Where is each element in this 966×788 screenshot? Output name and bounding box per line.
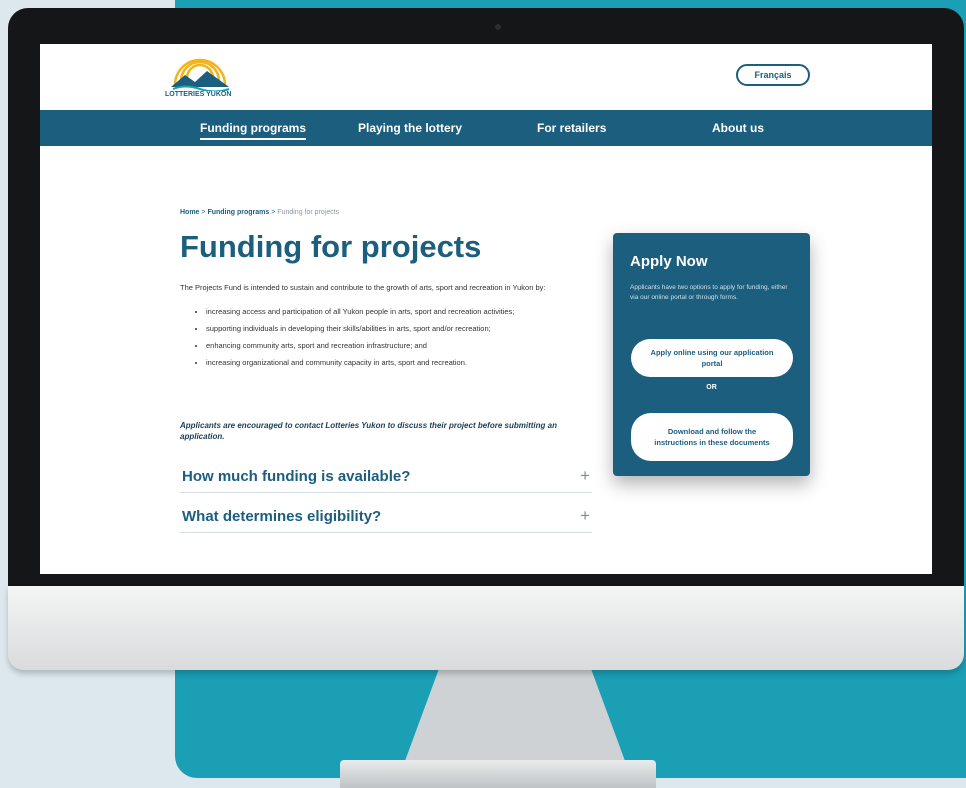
intro-paragraph: The Projects Fund is intended to sustain…	[180, 283, 546, 292]
list-item: increasing access and participation of a…	[206, 306, 596, 317]
faq-item-funding-available[interactable]: How much funding is available? +	[180, 466, 592, 493]
breadcrumb: Home > Funding programs > Funding for pr…	[180, 209, 339, 216]
apply-now-description: Applicants have two options to apply for…	[630, 284, 788, 301]
breadcrumb-home[interactable]: Home	[180, 209, 199, 216]
list-item: supporting individuals in developing the…	[206, 323, 596, 334]
or-divider: OR	[706, 384, 717, 391]
main-nav: Funding programs Playing the lottery For…	[40, 110, 932, 146]
breadcrumb-funding-programs[interactable]: Funding programs	[207, 209, 269, 216]
apply-now-title: Apply Now	[630, 253, 708, 270]
apply-now-card: Apply Now Applicants have two options to…	[613, 233, 810, 476]
page-title: Funding for projects	[180, 229, 482, 264]
nav-item-playing-the-lottery[interactable]: Playing the lottery	[358, 121, 462, 135]
lotteries-yukon-logo[interactable]: LOTTERIES YUKON	[165, 51, 255, 101]
breadcrumb-current: Funding for projects	[277, 209, 340, 216]
download-documents-button[interactable]: Download and follow the instructions in …	[631, 413, 793, 461]
plus-icon[interactable]: +	[580, 506, 590, 526]
breadcrumb-separator: >	[271, 209, 276, 216]
list-item: increasing organizational and community …	[206, 357, 596, 368]
sun-logo-icon	[171, 58, 230, 93]
monitor-chin	[8, 586, 964, 670]
camera-icon	[495, 24, 501, 30]
nav-item-for-retailers[interactable]: For retailers	[537, 121, 606, 135]
faq-question: How much funding is available?	[182, 468, 411, 485]
nav-item-funding-programs[interactable]: Funding programs	[200, 121, 306, 140]
contact-note: Applicants are encouraged to contact Lot…	[180, 421, 557, 441]
logo-text: LOTTERIES YUKON	[165, 91, 232, 98]
monitor-stand-base	[340, 760, 656, 788]
goals-list: increasing access and participation of a…	[198, 306, 596, 374]
plus-icon[interactable]: +	[580, 466, 590, 486]
apply-online-button[interactable]: Apply online using our application porta…	[631, 339, 793, 377]
language-toggle-button[interactable]: Français	[736, 64, 810, 86]
nav-item-about-us[interactable]: About us	[712, 121, 764, 135]
list-item: enhancing community arts, sport and recr…	[206, 340, 596, 351]
faq-question: What determines eligibility?	[182, 508, 382, 525]
browser-viewport: LOTTERIES YUKON Français Funding program…	[40, 44, 932, 574]
faq-item-eligibility[interactable]: What determines eligibility? +	[180, 506, 592, 533]
breadcrumb-separator: >	[201, 209, 206, 216]
